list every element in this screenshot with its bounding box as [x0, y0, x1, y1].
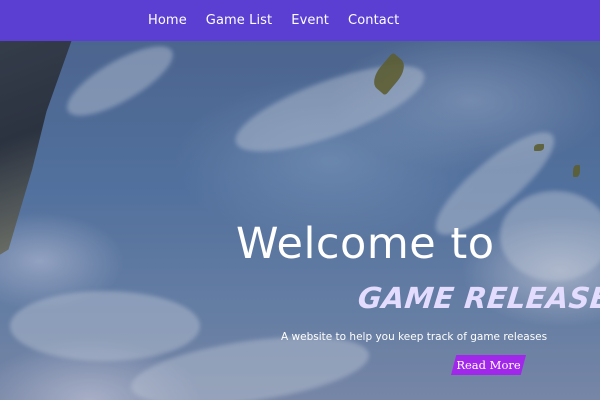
brand-title: GAME RELEASE — [356, 281, 600, 315]
top-navbar: Home Game List Event Contact — [0, 0, 600, 41]
nav-links: Home Game List Event Contact — [148, 0, 399, 41]
read-more-button[interactable]: Read More — [451, 355, 526, 375]
nav-game-list-link[interactable]: Game List — [206, 13, 272, 28]
nav-home-link[interactable]: Home — [148, 13, 187, 28]
hero-headline: Welcome to — [236, 219, 495, 269]
nav-event-link[interactable]: Event — [291, 13, 329, 28]
hero-tagline: A website to help you keep track of game… — [281, 331, 548, 343]
nav-contact-link[interactable]: Contact — [348, 13, 399, 28]
